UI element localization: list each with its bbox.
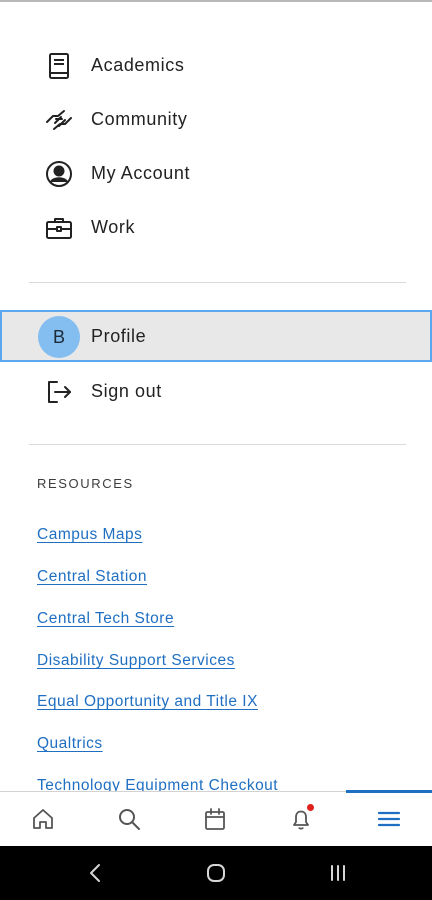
resource-link-qualtrics[interactable]: Qualtrics [37,735,103,753]
sign-out-icon [44,377,74,407]
profile-item[interactable]: B Profile [0,310,432,362]
section-divider [29,444,406,445]
back-button[interactable] [56,846,136,900]
search-icon [119,809,140,830]
section-divider [29,282,406,283]
resource-link-central-tech-store[interactable]: Central Tech Store [37,610,174,628]
resource-link-disability-support[interactable]: Disability Support Services [37,652,235,670]
back-chevron-icon [90,864,100,882]
profile-label: Profile [91,326,147,346]
menu-item-community[interactable]: Community [0,92,432,146]
home-button[interactable] [176,846,256,900]
resources-heading: RESOURCES [37,476,134,491]
hamburger-menu-icon [377,811,401,827]
bottom-tab-bar [0,790,432,846]
sign-out-label: Sign out [91,380,162,401]
menu-item-academics[interactable]: Academics [0,38,432,92]
tab-menu[interactable] [346,790,432,846]
briefcase-icon [44,213,74,243]
menu-item-work[interactable]: Work [0,200,432,254]
resource-link-campus-maps[interactable]: Campus Maps [37,526,142,544]
tab-search[interactable] [86,792,172,846]
home-circle-icon [207,864,225,882]
resource-link-equal-opportunity[interactable]: Equal Opportunity and Title IX [37,693,258,711]
calendar-icon [205,808,225,830]
menu-item-my-account[interactable]: My Account [0,146,432,200]
handshake-icon [44,105,74,135]
book-icon [44,51,74,81]
top-divider [0,0,432,2]
menu-item-label: Work [91,216,136,237]
resource-link-central-station[interactable]: Central Station [37,568,147,586]
recents-icon [331,865,345,881]
recents-button[interactable] [298,846,378,900]
menu-item-label: Community [91,108,188,129]
notification-badge [307,804,314,811]
sign-out-item[interactable]: Sign out [0,364,432,418]
tab-home[interactable] [0,792,86,846]
menu-item-label: My Account [91,162,191,183]
account-circle-icon [44,159,74,189]
avatar: B [38,316,80,358]
tab-notifications[interactable] [258,792,344,846]
tab-calendar[interactable] [172,792,258,846]
menu-item-label: Academics [91,54,185,75]
system-navigation-bar [0,846,432,900]
home-icon [33,809,53,829]
